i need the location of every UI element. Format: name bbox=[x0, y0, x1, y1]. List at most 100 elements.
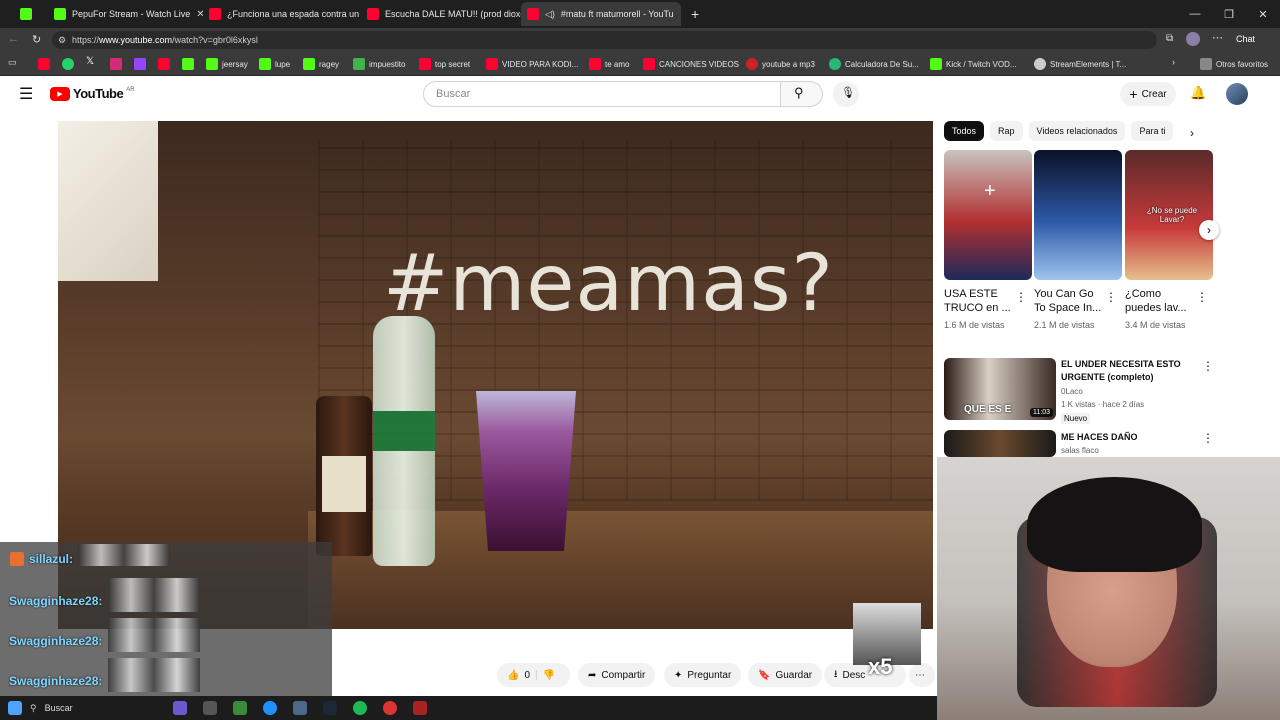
steam-icon[interactable] bbox=[322, 701, 337, 715]
menu-icon[interactable]: ☰ bbox=[19, 84, 33, 104]
other-bookmarks[interactable]: Otros favoritos bbox=[1200, 57, 1268, 71]
menu-icon[interactable]: ⋯ bbox=[1212, 31, 1223, 44]
short-menu-icon[interactable]: ⋮ bbox=[1196, 290, 1208, 304]
webcam-hair bbox=[1027, 477, 1202, 572]
short-thumbnail-1[interactable]: + bbox=[944, 150, 1032, 280]
video-menu-icon[interactable]: ⋮ bbox=[1202, 359, 1214, 373]
dislike-icon[interactable]: 👎 bbox=[543, 670, 555, 681]
video-channel-1[interactable]: 0Laco bbox=[1061, 387, 1083, 396]
short-thumbnail-2[interactable] bbox=[1034, 150, 1122, 280]
profile-avatar[interactable] bbox=[1186, 32, 1200, 46]
chevron-right-icon[interactable]: › bbox=[1190, 126, 1194, 140]
download-button[interactable]: ⭳ Desc bbox=[824, 663, 906, 687]
short-title-3[interactable]: ¿Como puedes lav... bbox=[1125, 287, 1195, 315]
create-button[interactable]: + Crear bbox=[1120, 82, 1176, 106]
notifications-icon[interactable]: 🔔 bbox=[1190, 85, 1206, 101]
new-tab-button[interactable]: + bbox=[685, 2, 705, 26]
bookmark-item[interactable]: VIDEO PARA KODI... bbox=[486, 57, 578, 71]
kick-icon[interactable] bbox=[182, 58, 194, 70]
site-info-icon[interactable]: ⚙ bbox=[58, 31, 66, 49]
chevron-right-icon[interactable]: › bbox=[1172, 57, 1175, 67]
bookmark-item[interactable]: youtube a mp3 bbox=[746, 57, 815, 71]
close-icon[interactable]: ✕ bbox=[196, 9, 203, 20]
bookmark-item[interactable]: te amo bbox=[589, 57, 629, 71]
tab-pepufor[interactable]: PepuFor Stream - Watch Live ✕ bbox=[48, 2, 203, 26]
bookmark-item[interactable]: CANCIONES VIDEOS bbox=[643, 57, 739, 71]
reload-icon[interactable]: ↻ bbox=[32, 33, 41, 46]
minimize-icon[interactable]: — bbox=[1178, 0, 1212, 28]
youtube-bookmark-icon[interactable] bbox=[158, 58, 170, 70]
whatsapp-icon[interactable] bbox=[62, 58, 74, 70]
youtube-bookmark-icon[interactable] bbox=[38, 58, 50, 70]
obs-icon[interactable] bbox=[382, 701, 397, 715]
short-thumbnail-3[interactable]: ¿No se puede Lavar? bbox=[1125, 150, 1213, 280]
tab-matu-active[interactable]: ◁) #matu ft matumorell - YouTu ✕ bbox=[521, 2, 681, 26]
chat-button[interactable]: Chat bbox=[1236, 34, 1255, 44]
chip-para-ti[interactable]: Para ti bbox=[1131, 121, 1174, 141]
short-title-2[interactable]: You Can Go To Space In... bbox=[1034, 287, 1104, 315]
chip-rap[interactable]: Rap bbox=[990, 121, 1023, 141]
share-button[interactable]: ➦ Compartir bbox=[578, 663, 656, 687]
region-code: AR bbox=[126, 86, 135, 93]
video-title-1[interactable]: EL UNDER NECESITA ESTO URGENTE (completo… bbox=[1061, 358, 1191, 384]
more-actions-button[interactable]: ⋯ bbox=[909, 663, 935, 687]
like-icon[interactable]: 👍 bbox=[507, 670, 519, 681]
spotify-icon[interactable] bbox=[352, 701, 367, 715]
short-menu-icon[interactable]: ⋮ bbox=[1015, 290, 1027, 304]
video-thumbnail-2[interactable] bbox=[944, 430, 1056, 457]
tab-title: PepuFor Stream - Watch Live bbox=[72, 9, 191, 19]
bookmarks-toggle-icon[interactable]: ▭ bbox=[8, 57, 17, 68]
ask-button[interactable]: ✦ Preguntar bbox=[664, 663, 742, 687]
save-button[interactable]: 🔖 Guardar bbox=[748, 663, 823, 687]
x-icon[interactable]: 𝕏 bbox=[86, 56, 94, 67]
twitch-icon[interactable] bbox=[134, 58, 146, 70]
shorts-next-button[interactable]: › bbox=[1199, 220, 1219, 240]
chat-username: Swagginhaze28: bbox=[9, 634, 103, 648]
bookmark-item[interactable]: lupe bbox=[259, 57, 290, 71]
video-thumbnail-1[interactable]: QUE ES E 11:03 bbox=[944, 358, 1056, 420]
bookmark-item[interactable]: top secret bbox=[419, 57, 470, 71]
taskbar-app-icon[interactable] bbox=[292, 701, 307, 715]
video-meta-1: 1 K vistas · hace 2 días bbox=[1061, 400, 1145, 409]
bookmark-item[interactable]: StreamElements | T... bbox=[1034, 57, 1126, 71]
search-input[interactable]: Buscar bbox=[423, 81, 781, 107]
youtube-logo[interactable]: ▶ YouTube AR bbox=[50, 86, 135, 101]
search-button[interactable]: ⚲ bbox=[781, 81, 823, 107]
video-channel-2[interactable]: salas flaco bbox=[1061, 446, 1099, 455]
bookmark-item[interactable]: Kick / Twitch VOD... bbox=[930, 57, 1017, 71]
chat-badge-icon bbox=[10, 552, 24, 566]
close-window-icon[interactable]: ✕ bbox=[1246, 0, 1280, 28]
account-avatar[interactable] bbox=[1226, 83, 1248, 105]
taskbar-app-icon[interactable] bbox=[232, 701, 247, 715]
maximize-icon[interactable]: ❐ bbox=[1212, 0, 1246, 28]
taskbar-app-icon[interactable] bbox=[202, 701, 217, 715]
kick-icon bbox=[20, 8, 32, 20]
taskbar-search[interactable]: Buscar bbox=[45, 703, 73, 713]
instagram-icon[interactable] bbox=[110, 58, 122, 70]
bookmark-item[interactable]: Calculadora De Su... bbox=[829, 57, 919, 71]
video-menu-icon[interactable]: ⋮ bbox=[1202, 431, 1214, 445]
url-field[interactable]: ⚙ https://www.youtube.com/watch?v=gbr0l6… bbox=[52, 31, 1157, 49]
youtube-icon bbox=[367, 8, 379, 20]
bookmark-item[interactable]: impuestito bbox=[353, 57, 405, 71]
video-title-2[interactable]: ME HACES DAÑO bbox=[1061, 431, 1191, 444]
bookmark-item[interactable]: jeersay bbox=[206, 57, 248, 71]
tab-dale-matu[interactable]: Escucha DALE MATU!! (prod dioxe ✕ bbox=[361, 2, 521, 26]
windows-start-icon[interactable] bbox=[8, 701, 22, 715]
video-bottle-lean bbox=[316, 396, 372, 556]
edge-icon[interactable] bbox=[262, 701, 277, 715]
tab-espada[interactable]: ¿Funciona una espada contra un z ✕ bbox=[203, 2, 361, 26]
extensions-icon[interactable]: ⧉ bbox=[1166, 33, 1173, 44]
back-icon[interactable]: ← bbox=[8, 33, 19, 45]
search-icon[interactable]: ⚲ bbox=[30, 703, 37, 714]
voice-search-button[interactable]: 🎙 bbox=[833, 81, 859, 107]
chip-todos[interactable]: Todos bbox=[944, 121, 985, 141]
short-menu-icon[interactable]: ⋮ bbox=[1105, 290, 1117, 304]
taskbar-app-icon[interactable] bbox=[172, 701, 187, 715]
short-title-1[interactable]: USA ESTE TRUCO en ... bbox=[944, 287, 1014, 315]
chip-videos-relacionados[interactable]: Videos relacionados bbox=[1028, 121, 1126, 141]
close-icon[interactable]: ✕ bbox=[680, 9, 681, 20]
bookmark-item[interactable]: ragey bbox=[303, 57, 339, 71]
taskbar-app-icon[interactable] bbox=[412, 701, 427, 715]
tab-kick[interactable] bbox=[14, 2, 48, 26]
